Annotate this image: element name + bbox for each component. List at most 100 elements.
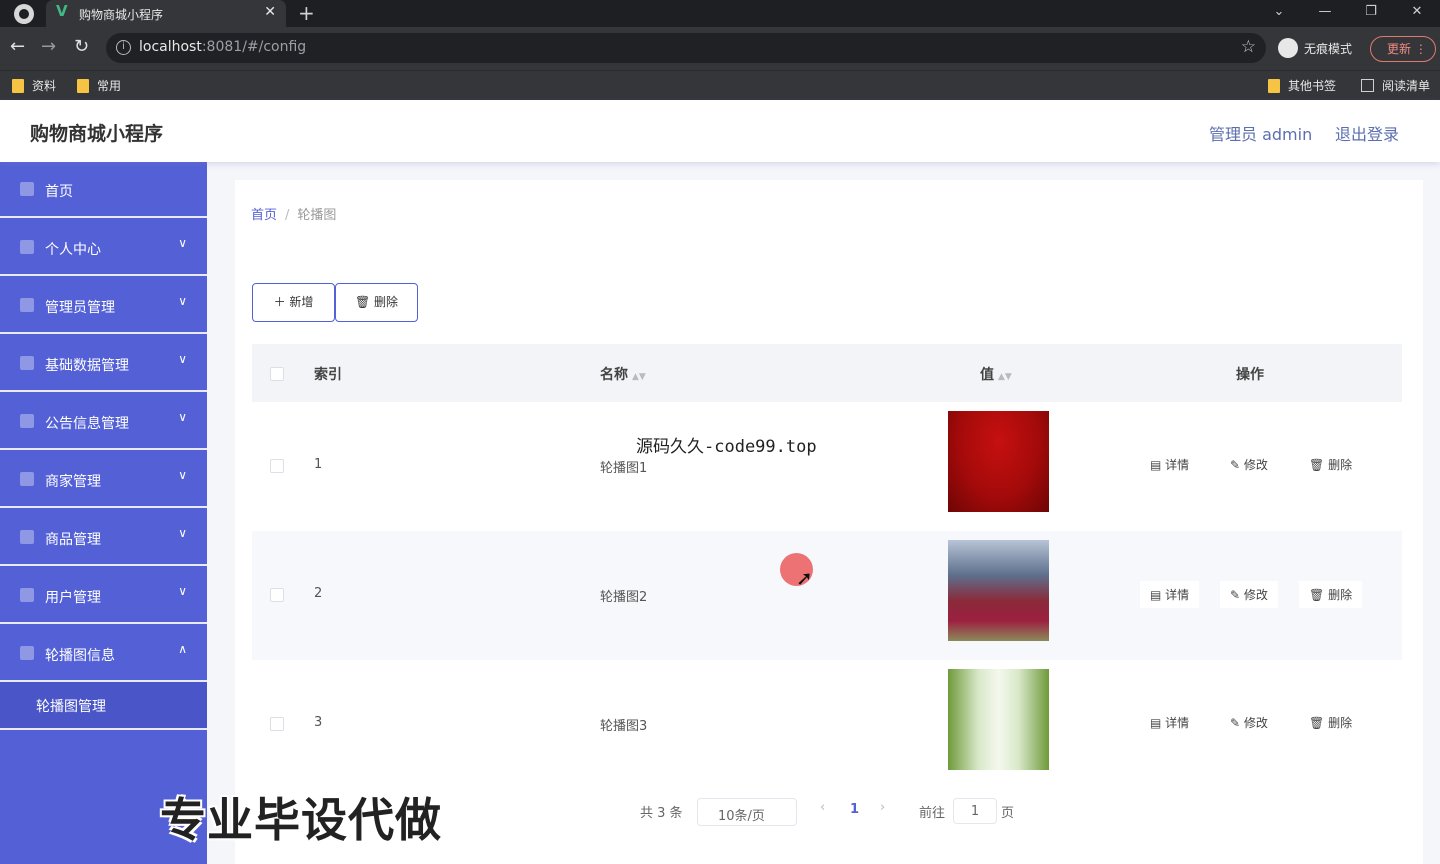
app-header: 购物商城小程序 管理员 admin 退出登录 <box>0 100 1440 162</box>
carousel-image-forest[interactable] <box>948 669 1049 770</box>
bookmark-folder[interactable]: 常用 <box>77 77 121 94</box>
app-title: 购物商城小程序 <box>30 123 164 145</box>
other-bookmarks[interactable]: 其他书签 <box>1268 77 1336 94</box>
row-delete-button[interactable]: 🗑 删除 <box>1309 714 1352 731</box>
sidebar-subitem-label: 轮播图管理 <box>36 699 106 715</box>
sidebar-item-home[interactable]: 首页 <box>0 162 207 218</box>
sidebar-item-label: 基础数据管理 <box>45 358 129 374</box>
bookmark-folder[interactable]: 资料 <box>12 77 56 94</box>
sidebar-subitem-carousel-manage[interactable]: 轮播图管理 <box>0 682 207 730</box>
update-button[interactable]: 更新 ⋮ <box>1370 36 1436 62</box>
sidebar-item-label: 商品管理 <box>45 532 101 548</box>
header-name[interactable]: 名称 ▲▼ <box>600 364 646 384</box>
detail-button[interactable]: ▤ 详情 <box>1140 581 1200 608</box>
carousel-image-mountain[interactable] <box>948 540 1049 641</box>
logout-link[interactable]: 退出登录 <box>1335 121 1399 145</box>
row-index: 1 <box>314 457 323 472</box>
edit-button[interactable]: ✎ 修改 <box>1230 456 1268 473</box>
sidebar: 首页 个人中心 ∨ 管理员管理 ∨ 基础数据管理 ∨ 公告信息管理 ∨ 商家管理… <box>0 162 207 864</box>
row-name: 轮播图2 <box>600 590 648 605</box>
detail-button[interactable]: ▤ 详情 <box>1150 714 1189 731</box>
breadcrumb-home[interactable]: 首页 <box>251 208 277 223</box>
home-icon <box>20 182 34 196</box>
page-size-select[interactable]: 10条/页 <box>697 798 797 826</box>
reload-icon[interactable]: ↻ <box>74 36 89 57</box>
row-checkbox[interactable] <box>270 588 284 602</box>
folder-icon <box>1268 78 1280 93</box>
add-label: 新增 <box>289 295 314 309</box>
row-delete-button[interactable]: 🗑 删除 <box>1309 456 1352 473</box>
user-icon <box>20 240 34 254</box>
row-index: 2 <box>314 586 323 601</box>
reading-list[interactable]: 阅读清单 <box>1361 77 1430 94</box>
restore-icon[interactable]: ❐ <box>1348 0 1394 27</box>
goto-page-input[interactable]: 1 <box>953 798 997 824</box>
back-icon[interactable]: ← <box>10 36 25 57</box>
sidebar-item-users[interactable]: 用户管理 ∨ <box>0 568 207 624</box>
browser-tab[interactable]: V 购物商城小程序 ✕ <box>46 0 286 27</box>
breadcrumb-separator: / <box>285 208 290 223</box>
delete-button[interactable]: 🗑 删除 <box>335 283 418 322</box>
detail-label: 详情 <box>1165 458 1190 472</box>
close-icon[interactable]: ✕ <box>264 4 276 20</box>
page-size-label: 10条/页 <box>718 809 765 824</box>
row-index: 3 <box>314 715 323 730</box>
url-host: localhost <box>139 39 202 55</box>
carousel-image-red[interactable] <box>948 411 1049 512</box>
sidebar-item-notices[interactable]: 公告信息管理 ∨ <box>0 394 207 450</box>
next-page-icon[interactable]: › <box>880 800 885 815</box>
edit-button[interactable]: ✎ 修改 <box>1230 714 1268 731</box>
forward-icon[interactable]: → <box>41 36 56 57</box>
admin-label: 管理员 admin <box>1209 125 1313 144</box>
close-window-icon[interactable]: ✕ <box>1394 0 1440 27</box>
sidebar-item-base-data[interactable]: 基础数据管理 ∨ <box>0 336 207 392</box>
new-tab-icon[interactable]: + <box>298 1 315 25</box>
add-button[interactable]: ＋ 新增 <box>252 283 335 322</box>
sort-icon[interactable]: ▲▼ <box>632 372 646 382</box>
delete-label: 删除 <box>374 295 399 309</box>
detail-label: 详情 <box>1165 588 1190 602</box>
detail-button[interactable]: ▤ 详情 <box>1150 456 1189 473</box>
url-input[interactable]: i localhost:8081/#/config ☆ <box>106 33 1266 63</box>
incognito-icon <box>1278 38 1298 58</box>
table-row: 3 轮播图3 ▤ 详情 ✎ 修改 🗑 删除 <box>252 660 1402 789</box>
page-number[interactable]: 1 <box>850 802 859 817</box>
page-suffix: 页 <box>1001 806 1015 821</box>
sidebar-item-label: 商家管理 <box>45 474 101 490</box>
header-value[interactable]: 值 ▲▼ <box>980 364 1012 384</box>
vue-icon: V <box>56 2 68 20</box>
row-checkbox[interactable] <box>270 459 284 473</box>
plus-icon: ＋ <box>273 295 286 309</box>
edit-button[interactable]: ✎ 修改 <box>1220 581 1278 608</box>
edit-label: 修改 <box>1243 716 1268 730</box>
update-label: 更新 <box>1387 42 1412 56</box>
goto-label: 前往 <box>919 806 946 821</box>
chevron-down-icon[interactable]: ⌄ <box>1256 0 1302 27</box>
bookmark-label: 常用 <box>97 79 122 93</box>
star-icon[interactable]: ☆ <box>1241 37 1256 57</box>
sidebar-item-carousel[interactable]: 轮播图信息 ∧ <box>0 626 207 682</box>
minimize-icon[interactable]: — <box>1302 0 1348 27</box>
prev-page-icon[interactable]: ‹ <box>820 800 825 815</box>
sidebar-item-admins[interactable]: 管理员管理 ∨ <box>0 278 207 334</box>
sidebar-item-merchants[interactable]: 商家管理 ∨ <box>0 452 207 508</box>
chevron-down-icon: ∨ <box>178 526 187 540</box>
incognito-profile[interactable]: 无痕模式 <box>1278 37 1352 59</box>
table-row: 2 轮播图2 ▤ 详情 ✎ 修改 🗑 删除 <box>252 531 1402 660</box>
select-all-checkbox[interactable] <box>270 367 284 381</box>
tab-title: 购物商城小程序 <box>79 8 164 22</box>
trash-icon: 🗑 <box>354 295 371 309</box>
sidebar-item-profile[interactable]: 个人中心 ∨ <box>0 220 207 276</box>
row-delete-button[interactable]: 🗑 删除 <box>1299 581 1363 608</box>
sidebar-item-label: 个人中心 <box>45 242 101 258</box>
sidebar-item-label: 用户管理 <box>45 590 101 606</box>
sidebar-item-products[interactable]: 商品管理 ∨ <box>0 510 207 566</box>
row-checkbox[interactable] <box>270 717 284 731</box>
sidebar-item-label: 轮播图信息 <box>45 648 115 664</box>
bookmark-label: 资料 <box>32 79 57 93</box>
header-name-label: 名称 <box>600 367 628 383</box>
grid-icon <box>20 356 34 370</box>
chevron-down-icon: ∨ <box>178 584 187 598</box>
info-icon[interactable]: i <box>116 40 131 55</box>
sort-icon[interactable]: ▲▼ <box>998 372 1012 382</box>
